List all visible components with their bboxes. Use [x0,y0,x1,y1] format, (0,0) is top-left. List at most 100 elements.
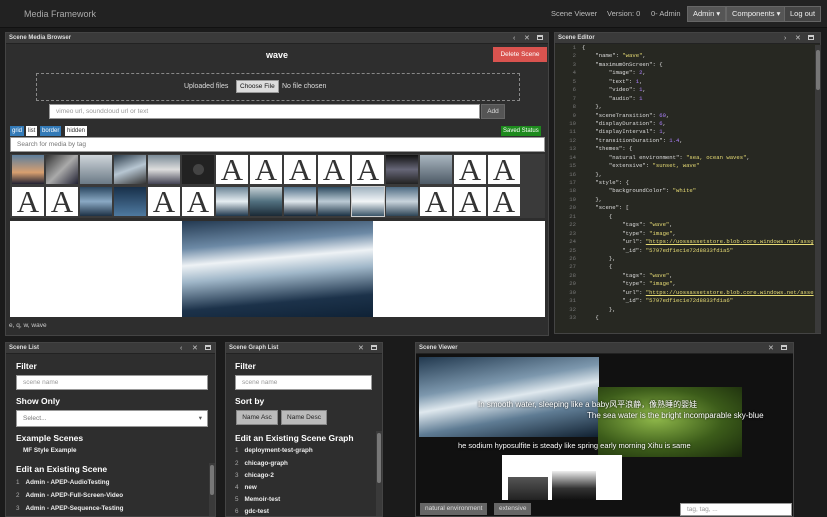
media-thumbnail[interactable] [318,187,350,216]
chevron-right-icon[interactable]: › [784,33,786,44]
tag-search-input[interactable]: Search for media by tag [10,137,545,152]
text-media-thumbnail[interactable]: A [12,187,44,216]
media-thumbnail[interactable] [386,155,418,184]
media-url-input[interactable]: vimeo url, soundcloud url or text [49,104,480,119]
view-list-button[interactable]: list [26,126,38,136]
show-only-select[interactable]: Select... ▾ [16,410,208,427]
nav-scene-viewer-link[interactable]: Scene Viewer [551,9,597,18]
media-thumbnail[interactable] [114,187,146,216]
code-line[interactable]: 28 "tags": "wave", [558,272,814,280]
sort-name-asc-button[interactable]: Name Asc [236,410,278,425]
choose-file-button[interactable]: Choose File [236,80,279,93]
components-dropdown[interactable]: Components ▾ [726,6,787,22]
chevron-left-icon[interactable]: ‹ [180,343,182,354]
graph-name-filter-input[interactable]: scene name [235,375,372,390]
maximize-icon[interactable] [808,33,814,44]
code-line[interactable]: 12 "transitionDuration": 1.4, [558,137,814,145]
code-line[interactable]: 18 "backgroundColor": "white" [558,187,814,195]
code-line[interactable]: 27 { [558,263,814,271]
text-media-thumbnail[interactable]: A [420,187,452,216]
code-line[interactable]: 14 "natural environment": "sea, ocean wa… [558,154,814,162]
graph-list-item[interactable]: 5 Memoir-test [235,496,280,503]
text-media-thumbnail[interactable]: A [488,187,520,216]
media-thumbnail[interactable] [386,187,418,216]
editor-scrollbar[interactable] [815,45,821,333]
code-line[interactable]: 15 "extensive": "sunset, wave" [558,162,814,170]
media-thumbnail[interactable] [284,187,316,216]
code-line[interactable]: 22 "tags": "wave", [558,221,814,229]
text-media-thumbnail[interactable]: A [454,187,486,216]
code-line[interactable]: 10 "displayDuration": 6, [558,120,814,128]
code-line[interactable]: 29 "type": "image", [558,280,814,288]
tag-extensive[interactable]: extensive [494,503,532,515]
code-line[interactable]: 26 }, [558,255,814,263]
scene-name-filter-input[interactable]: scene name [16,375,208,390]
code-line[interactable]: 4 "image": 2, [558,69,814,77]
tag-input[interactable]: tag, tag, ... [680,503,792,516]
text-media-thumbnail[interactable]: A [46,187,78,216]
text-media-thumbnail[interactable]: A [284,155,316,184]
graph-list-item[interactable]: 6 gdc-test [235,508,269,515]
media-thumbnail[interactable] [420,155,452,184]
code-line[interactable]: 32 }, [558,306,814,314]
sort-name-desc-button[interactable]: Name Desc [281,410,327,425]
add-media-button[interactable]: Add [481,104,505,119]
scene-list-item[interactable]: 3 Admin - APEP-Sequence-Testing [16,505,123,512]
close-icon[interactable]: ✕ [768,343,774,354]
chevron-left-icon[interactable]: ‹ [513,33,515,44]
code-line[interactable]: 33 { [558,314,814,322]
close-icon[interactable]: ✕ [192,343,198,354]
view-grid-button[interactable]: grid [10,126,25,136]
code-line[interactable]: 5 "text": 1, [558,78,814,86]
code-line[interactable]: 2 "name": "wave", [558,52,814,60]
text-media-thumbnail[interactable]: A [250,155,282,184]
graph-list-item[interactable]: 3 chicago-2 [235,472,274,479]
code-line[interactable]: 31 "_id": "5797edf1ec1e72d8833fd1a6" [558,297,814,305]
code-line[interactable]: 20 "scene": [ [558,204,814,212]
code-line[interactable]: 11 "displayInterval": 1, [558,128,814,136]
code-line[interactable]: 17 "style": { [558,179,814,187]
text-media-thumbnail[interactable]: A [352,155,384,184]
scene-list-scrollbar[interactable] [209,463,215,516]
text-media-thumbnail[interactable]: A [454,155,486,184]
media-thumbnail[interactable] [46,155,78,184]
media-thumbnail[interactable] [250,187,282,216]
code-line[interactable]: 3 "maximumOnScreen": { [558,61,814,69]
code-line[interactable]: 24 "url": "https://uossassetstore.blob.c… [558,238,814,246]
code-line[interactable]: 1{ [558,44,814,52]
close-icon[interactable]: ✕ [358,343,364,354]
code-line[interactable]: 16 }, [558,171,814,179]
scene-list-item[interactable]: 2 Admin - APEP-Full-Screen-Video [16,492,123,499]
view-hidden-button[interactable]: hidden [65,126,88,136]
upload-dropzone[interactable]: Uploaded files Choose File No file chose… [36,73,520,101]
json-code-editor[interactable]: 1{2 "name": "wave", 3 "maximumOnScreen": … [558,44,814,322]
close-icon[interactable]: ✕ [795,33,801,44]
text-media-thumbnail[interactable]: A [182,187,214,216]
media-thumbnail[interactable] [182,155,214,184]
media-thumbnail[interactable] [148,155,180,184]
graph-list-scrollbar[interactable] [376,431,382,516]
code-line[interactable]: 7 "audio": 1 [558,95,814,103]
delete-scene-button[interactable]: Delete Scene [493,47,547,62]
media-thumbnail[interactable] [80,187,112,216]
code-line[interactable]: 30 "url": "https://uossassetstore.blob.c… [558,289,814,297]
media-thumbnail-selected[interactable] [351,186,385,217]
graph-list-item[interactable]: 1 deployment-test-graph [235,447,313,454]
media-thumbnail[interactable] [12,155,44,184]
maximize-icon[interactable] [537,33,543,44]
logout-button[interactable]: Log out [784,6,822,22]
close-icon[interactable]: ✕ [524,33,530,44]
code-line[interactable]: 13 "themes": { [558,145,814,153]
graph-list-item[interactable]: 2 chicago-graph [235,460,288,467]
text-media-thumbnail[interactable]: A [216,155,248,184]
admin-dropdown[interactable]: Admin ▾ [687,6,727,22]
text-media-thumbnail[interactable]: A [318,155,350,184]
example-scene-item[interactable]: MF Style Example [23,447,77,454]
view-border-button[interactable]: border [40,126,62,136]
code-line[interactable]: 21 { [558,213,814,221]
media-thumbnail[interactable] [80,155,112,184]
app-title[interactable]: Media Framework [24,9,96,19]
code-line[interactable]: 19 }, [558,196,814,204]
media-thumbnail[interactable] [114,155,146,184]
scene-list-item[interactable]: 1 Admin - APEP-AudioTesting [16,479,109,486]
